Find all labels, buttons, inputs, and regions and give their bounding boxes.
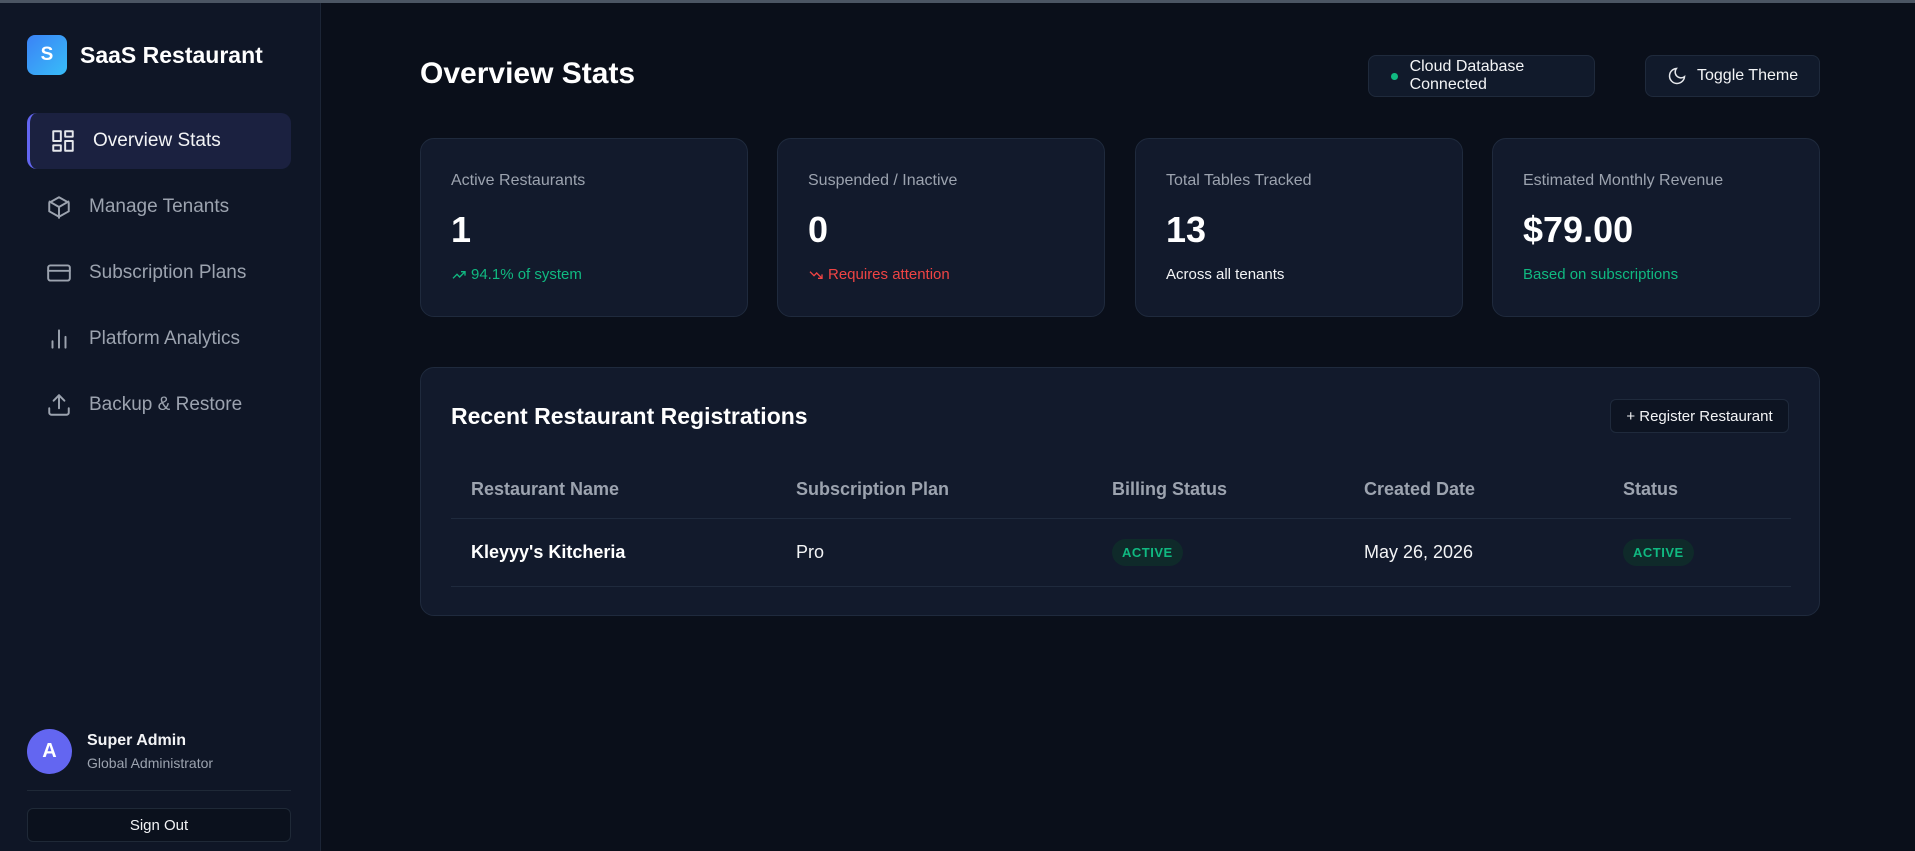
stat-card-active-restaurants: Active Restaurants 1 94.1% of system xyxy=(420,138,748,317)
table-header: Restaurant Name Subscription Plan Billin… xyxy=(451,460,1791,519)
sign-out-button[interactable]: Sign Out xyxy=(27,808,291,842)
sidebar-item-platform-analytics[interactable]: Platform Analytics xyxy=(27,311,291,367)
sidebar-item-subscription-plans[interactable]: Subscription Plans xyxy=(27,245,291,301)
brand[interactable]: S SaaS Restaurant xyxy=(27,35,263,75)
stat-card-suspended-inactive: Suspended / Inactive 0 Requires attentio… xyxy=(777,138,1105,317)
registrations-table: Restaurant Name Subscription Plan Billin… xyxy=(451,460,1791,587)
trend-down-icon xyxy=(809,270,823,279)
stat-subtext-label: Based on subscriptions xyxy=(1523,266,1679,283)
stat-subtext-label: 94.1% of system xyxy=(471,266,582,283)
sidebar-item-overview-stats[interactable]: Overview Stats xyxy=(27,113,291,169)
sidebar-nav: Overview Stats Manage Tenants Subscripti… xyxy=(27,113,291,443)
user-name: Super Admin xyxy=(87,732,186,749)
bar-chart-icon xyxy=(46,326,72,352)
stat-value: 13 xyxy=(1166,209,1207,250)
cell-status: ACTIVE xyxy=(1603,539,1791,566)
column-header-status[interactable]: Status xyxy=(1603,479,1791,500)
table-row[interactable]: Kleyyy's Kitcheria Pro ACTIVE May 26, 20… xyxy=(451,519,1791,587)
stat-subtext: Across all tenants xyxy=(1166,266,1284,283)
sidebar-item-label: Manage Tenants xyxy=(89,196,230,217)
brand-name: SaaS Restaurant xyxy=(80,41,263,68)
column-header-billing-status[interactable]: Billing Status xyxy=(1092,479,1344,500)
sidebar-item-label: Backup & Restore xyxy=(89,394,243,415)
sidebar-item-manage-tenants[interactable]: Manage Tenants xyxy=(27,179,291,235)
cell-created-date: May 26, 2026 xyxy=(1364,542,1474,562)
database-status-badge: Cloud Database Connected xyxy=(1368,55,1595,97)
stat-subtext-label: Across all tenants xyxy=(1166,266,1285,283)
stat-card-monthly-revenue: Estimated Monthly Revenue $79.00 Based o… xyxy=(1492,138,1820,317)
stat-value: 1 xyxy=(451,209,472,250)
stat-subtext-label: Requires attention xyxy=(828,266,950,283)
database-status-label: Cloud Database Connected xyxy=(1409,58,1525,93)
sidebar-divider xyxy=(27,790,291,791)
sidebar: S SaaS Restaurant Overview Stats Manage … xyxy=(0,3,321,851)
column-header-restaurant-name[interactable]: Restaurant Name xyxy=(451,479,776,500)
stat-subtext: 94.1% of system xyxy=(451,266,582,283)
status-dot-icon xyxy=(1391,72,1398,80)
sidebar-item-label: Overview Stats xyxy=(93,130,221,151)
cell-subscription-plan: Pro xyxy=(796,542,825,562)
cell-restaurant-name: Kleyyy's Kitcheria xyxy=(471,542,626,562)
billing-status-badge: ACTIVE xyxy=(1112,539,1183,566)
stat-subtext: Requires attention xyxy=(808,266,950,283)
stat-value: $79.00 xyxy=(1523,209,1634,250)
sidebar-item-label: Platform Analytics xyxy=(89,328,240,349)
stat-label: Estimated Monthly Revenue xyxy=(1523,172,1724,189)
panel-title: Recent Restaurant Registrations xyxy=(451,403,808,429)
stat-label: Active Restaurants xyxy=(451,172,586,189)
upload-icon xyxy=(46,392,72,418)
page-title: Overview Stats xyxy=(420,57,636,90)
stat-label: Total Tables Tracked xyxy=(1166,172,1312,189)
user-role: Global Administrator xyxy=(87,755,214,771)
cell-billing-status: ACTIVE xyxy=(1092,539,1344,566)
toggle-theme-button[interactable]: Toggle Theme xyxy=(1645,55,1820,97)
column-header-created-date[interactable]: Created Date xyxy=(1344,479,1603,500)
box-icon xyxy=(46,194,72,220)
toggle-theme-label: Toggle Theme xyxy=(1697,67,1799,84)
column-header-subscription-plan[interactable]: Subscription Plan xyxy=(776,479,1092,500)
stat-subtext: Based on subscriptions xyxy=(1523,266,1678,283)
status-badge: ACTIVE xyxy=(1623,539,1694,566)
avatar: A xyxy=(27,729,72,774)
recent-registrations-panel: Recent Restaurant Registrations + Regist… xyxy=(420,367,1820,616)
sidebar-item-backup-restore[interactable]: Backup & Restore xyxy=(27,377,291,433)
user-profile[interactable]: A Super Admin Global Administrator xyxy=(27,729,213,774)
moon-icon xyxy=(1668,67,1686,85)
stat-card-total-tables: Total Tables Tracked 13 Across all tenan… xyxy=(1135,138,1463,317)
dashboard-icon xyxy=(50,128,76,154)
register-restaurant-button[interactable]: + Register Restaurant xyxy=(1610,399,1789,433)
stat-label: Suspended / Inactive xyxy=(808,172,958,189)
credit-card-icon xyxy=(46,260,72,286)
sidebar-item-label: Subscription Plans xyxy=(89,262,247,283)
trend-up-icon xyxy=(452,270,466,279)
brand-logo: S xyxy=(27,35,67,75)
stat-value: 0 xyxy=(808,209,829,250)
